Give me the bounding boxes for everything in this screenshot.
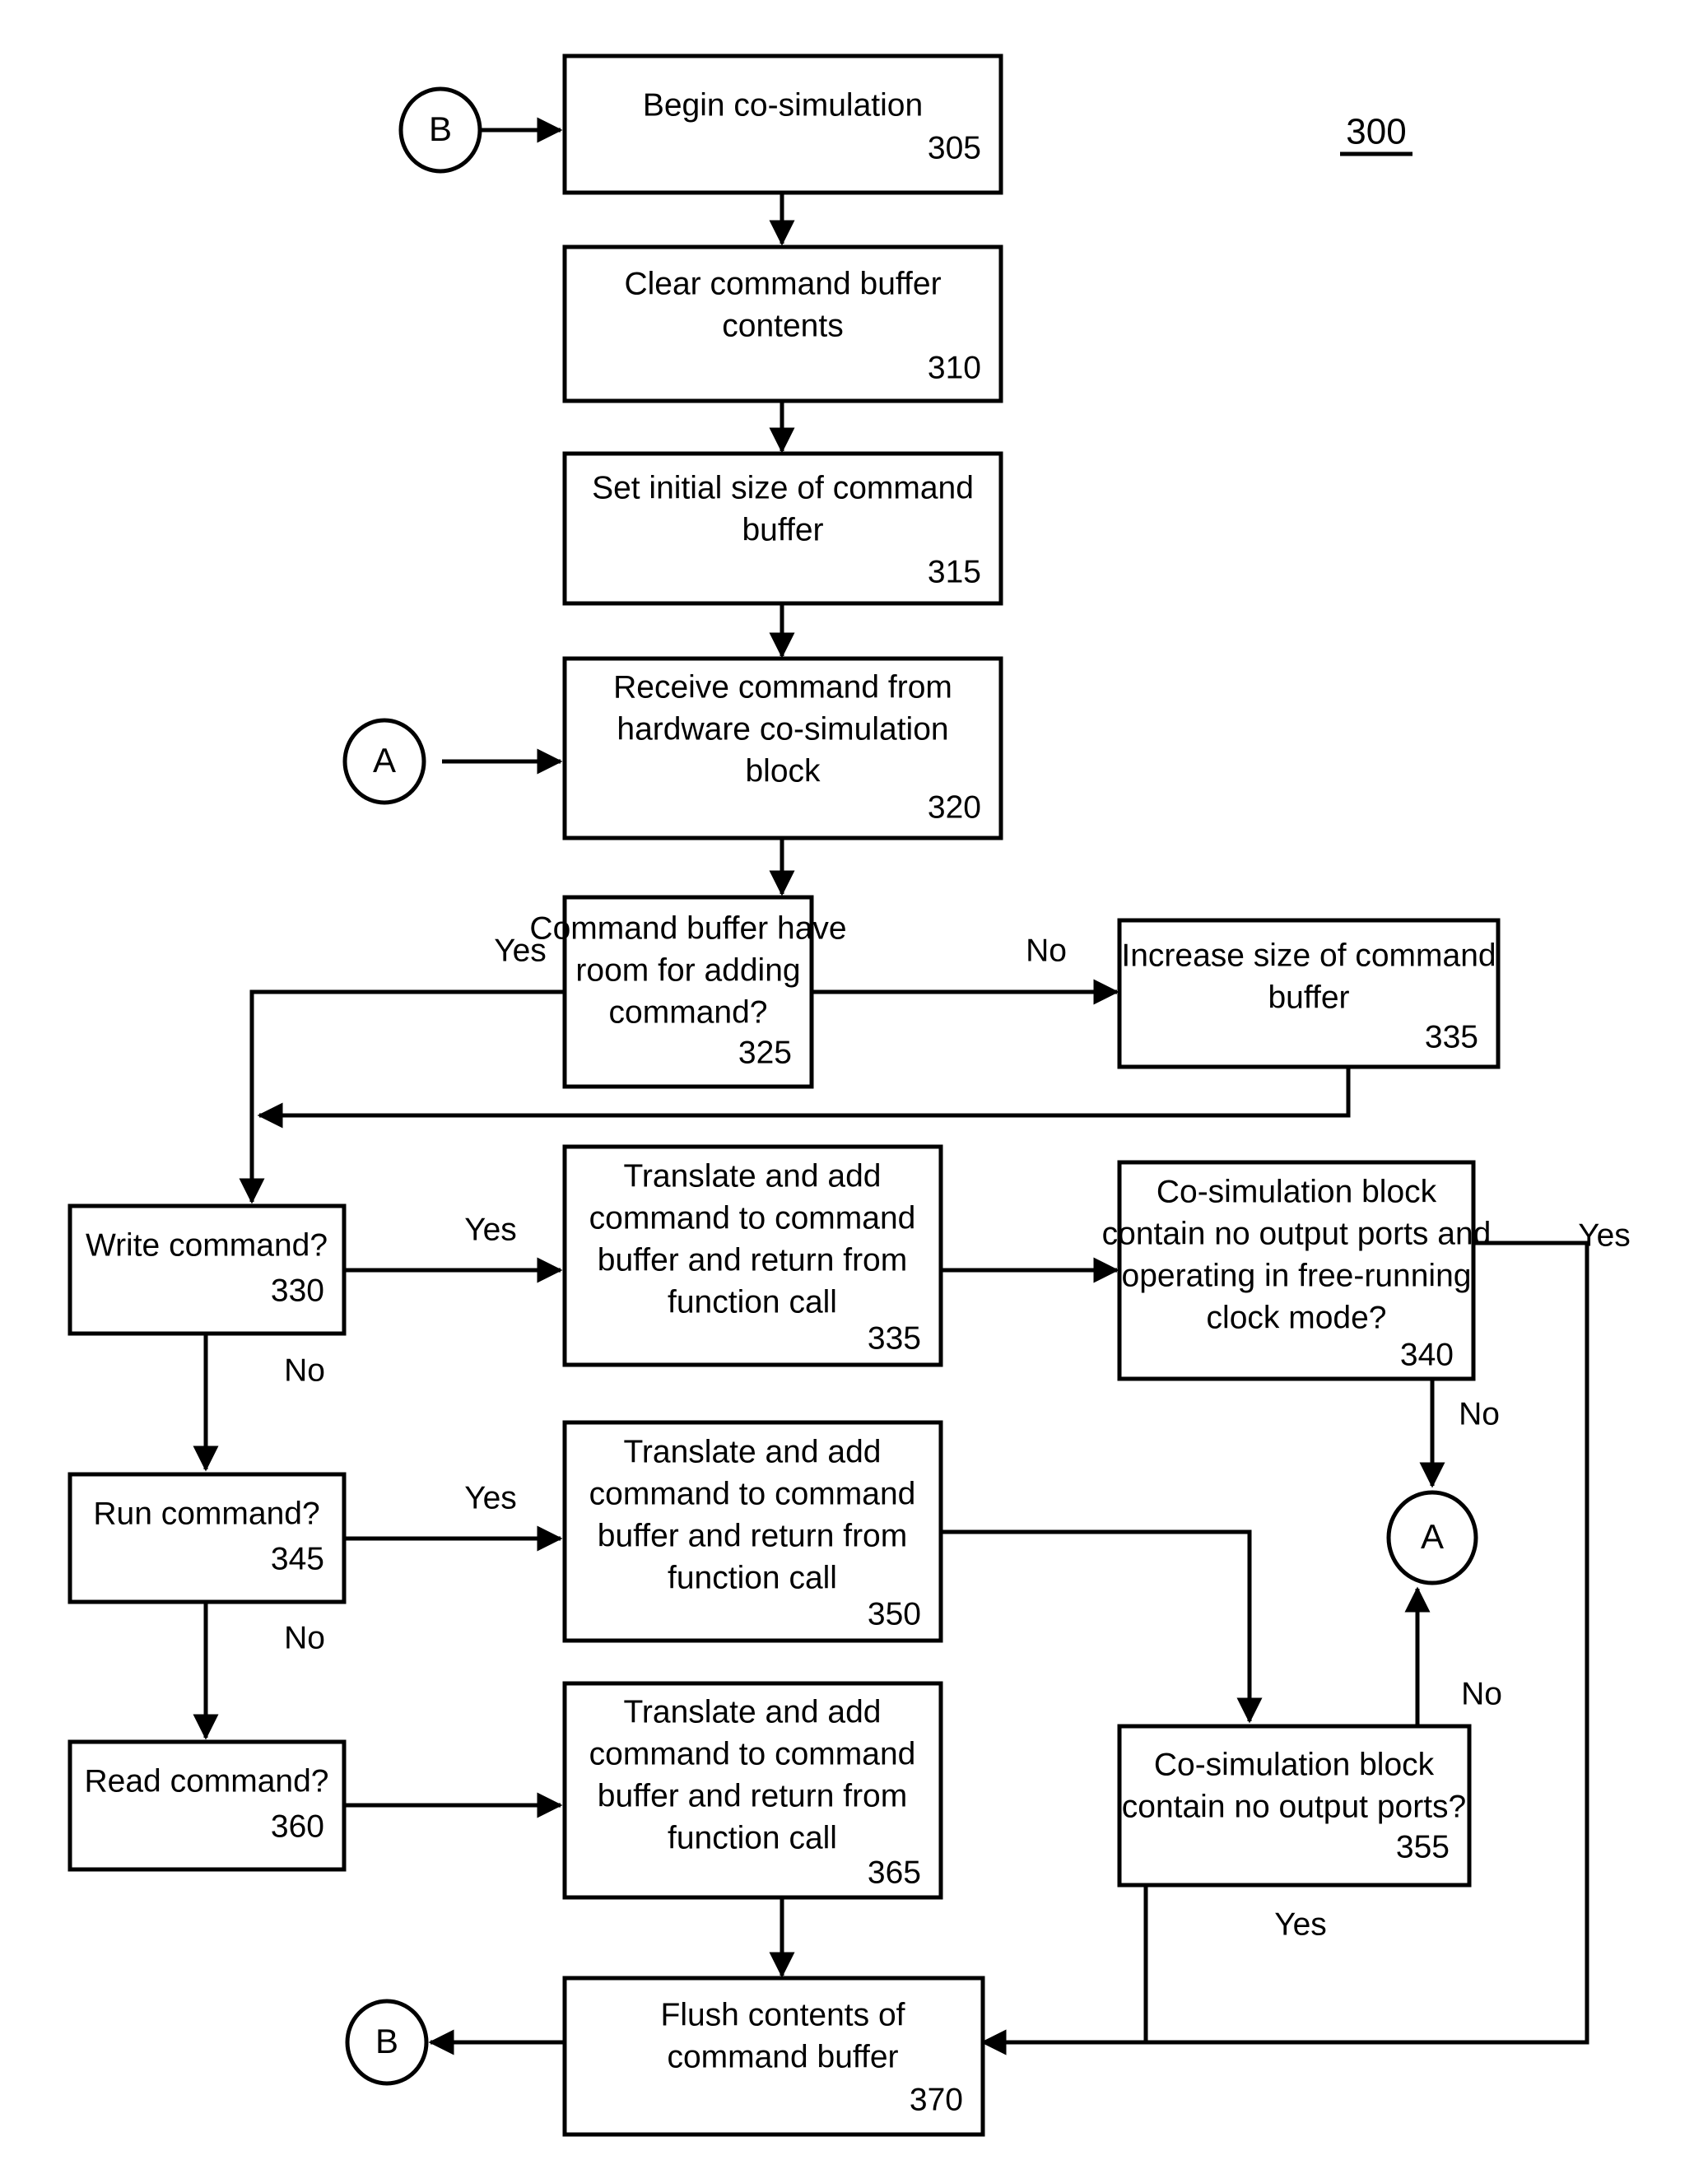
node-335-increase-buffer: Increase size of command buffer 335 [1117, 918, 1501, 1069]
node-315-line-0: Set initial size of command [592, 470, 974, 505]
node-335r-line-1: buffer [1268, 980, 1349, 1015]
node-340: Co-simulation block contain no output po… [1102, 1160, 1492, 1381]
edge-label-340-no: No [1459, 1396, 1500, 1431]
edge-label-345-no: No [284, 1620, 325, 1655]
node-320-line-2: block [745, 753, 821, 789]
connector-b-bottom: B [345, 1999, 429, 2086]
node-335-translate: Translate and add command to command buf… [562, 1144, 943, 1367]
edge-325-yes-to-330 [239, 989, 566, 1204]
node-365: Translate and add command to command buf… [562, 1681, 943, 1900]
node-360: Read command? 360 [67, 1739, 347, 1872]
node-365-line-1: command to command [589, 1736, 916, 1771]
node-355-ref: 355 [1396, 1829, 1450, 1864]
connector-b-bottom-label: B [375, 2022, 398, 2060]
node-350-line-1: command to command [589, 1476, 916, 1511]
node-345-ref: 345 [271, 1541, 324, 1576]
node-340-line-1: contain no output ports and [1102, 1216, 1492, 1251]
connector-a-left: A [342, 718, 426, 805]
edge-label-355-yes: Yes [1274, 1906, 1327, 1942]
edge-label-330-no: No [284, 1352, 325, 1388]
node-305-box [562, 54, 1003, 195]
figure-number-label: 300 [1346, 112, 1406, 152]
node-355-line-1: contain no output ports? [1122, 1789, 1466, 1824]
node-345: Run command? 345 [67, 1472, 347, 1604]
node-370-line-0: Flush contents of [661, 1997, 905, 2032]
node-320: Receive command from hardware co-simulat… [562, 656, 1003, 840]
flowchart-figure: Yes No Yes No Yes No Yes No Yes No B A A… [0, 0, 1708, 2174]
edge-label-325-no: No [1026, 933, 1067, 968]
node-325-line-1: room for adding [575, 952, 800, 988]
node-335r-ref: 335 [1425, 1019, 1478, 1054]
node-360-line-0: Read command? [85, 1763, 329, 1799]
node-355: Co-simulation block contain no output po… [1117, 1724, 1472, 1888]
node-365-line-3: function call [668, 1820, 837, 1855]
node-305-line-0: Begin co-simulation [643, 87, 923, 123]
node-325: Command buffer have room for adding comm… [529, 895, 847, 1089]
connector-a-left-label: A [373, 741, 396, 780]
node-340-line-2: operating in free-running [1122, 1258, 1472, 1293]
node-315: Set initial size of command buffer 315 [562, 451, 1003, 606]
node-365-line-0: Translate and add [624, 1694, 882, 1729]
node-325-line-0: Command buffer have [529, 910, 846, 946]
node-305-ref: 305 [928, 130, 981, 165]
connector-a-right: A [1386, 1490, 1478, 1585]
node-340-line-3: clock mode? [1207, 1300, 1387, 1335]
node-345-box [67, 1472, 347, 1604]
node-325-line-2: command? [609, 994, 768, 1030]
edge-label-355-no: No [1461, 1676, 1502, 1711]
connector-b-top: B [398, 86, 482, 174]
node-350-ref: 350 [868, 1596, 921, 1632]
node-360-box [67, 1739, 347, 1872]
node-355-line-0: Co-simulation block [1154, 1747, 1435, 1782]
connector-b-top-label: B [429, 109, 452, 148]
node-370: Flush contents of command buffer 370 [562, 1976, 985, 2137]
connector-a-right-label: A [1421, 1517, 1444, 1556]
node-320-ref: 320 [928, 789, 981, 825]
node-350-line-3: function call [668, 1560, 837, 1595]
node-335m-ref: 335 [868, 1320, 921, 1356]
node-330-box [67, 1203, 347, 1336]
node-365-ref: 365 [868, 1855, 921, 1890]
edge-label-330-yes: Yes [464, 1212, 517, 1247]
edge-label-345-yes: Yes [464, 1480, 517, 1515]
node-310: Clear command buffer contents 310 [562, 244, 1003, 403]
node-335m-line-1: command to command [589, 1200, 916, 1236]
node-365-line-2: buffer and return from [598, 1778, 907, 1813]
node-335m-line-3: function call [668, 1284, 837, 1320]
node-350-line-2: buffer and return from [598, 1518, 907, 1553]
node-315-ref: 315 [928, 554, 981, 589]
node-330-line-0: Write command? [86, 1227, 328, 1263]
node-335m-line-2: buffer and return from [598, 1242, 907, 1278]
node-345-line-0: Run command? [93, 1496, 319, 1531]
node-360-ref: 360 [271, 1809, 324, 1844]
node-310-line-0: Clear command buffer [624, 266, 941, 301]
node-350-line-0: Translate and add [624, 1434, 882, 1469]
node-330: Write command? 330 [67, 1203, 347, 1336]
node-310-line-1: contents [722, 308, 843, 343]
node-340-line-0: Co-simulation block [1157, 1174, 1437, 1209]
node-370-ref: 370 [910, 2082, 963, 2117]
node-320-line-1: hardware co-simulation [617, 711, 948, 747]
node-335m-line-0: Translate and add [624, 1158, 882, 1194]
node-325-ref: 325 [738, 1035, 792, 1070]
node-320-line-0: Receive command from [613, 669, 952, 705]
node-310-ref: 310 [928, 350, 981, 385]
node-315-line-1: buffer [742, 512, 823, 547]
node-350: Translate and add command to command buf… [562, 1420, 943, 1643]
edge-label-340-yes: Yes [1578, 1217, 1631, 1253]
node-305: Begin co-simulation 305 [562, 54, 1003, 195]
node-340-ref: 340 [1400, 1337, 1454, 1372]
node-335r-line-0: Increase size of command [1121, 938, 1496, 973]
node-330-ref: 330 [271, 1273, 324, 1308]
node-370-line-1: command buffer [667, 2039, 898, 2074]
edge-355-yes-to-370 [980, 1885, 1148, 2055]
figure-number: 300 [1340, 112, 1412, 156]
edge-350-to-355 [941, 1529, 1263, 1724]
flowchart-canvas: Yes No Yes No Yes No Yes No Yes No B A A… [67, 54, 1631, 2137]
